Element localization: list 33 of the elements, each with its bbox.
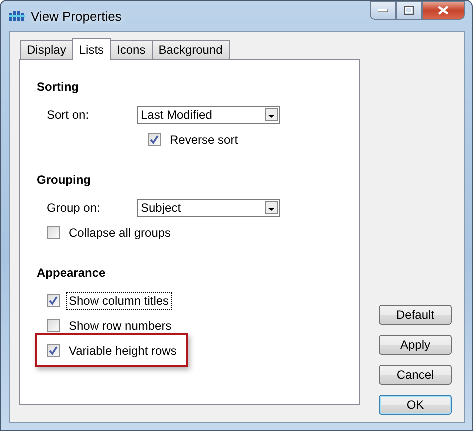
checkbox-label: Show column titles xyxy=(66,292,172,310)
dropdown[interactable]: Subject xyxy=(137,198,280,216)
close-icon xyxy=(438,6,449,15)
checkbox[interactable] xyxy=(47,294,60,307)
tab[interactable]: Display xyxy=(20,40,74,59)
close-button[interactable] xyxy=(422,1,465,20)
tab[interactable]: Icons xyxy=(110,40,153,59)
section-heading: Sorting xyxy=(37,80,80,96)
dialog-button[interactable]: Cancel xyxy=(379,365,452,385)
minimize-button[interactable] xyxy=(370,1,396,20)
checkbox-label: Reverse sort xyxy=(169,132,240,148)
checkbox[interactable] xyxy=(148,133,161,146)
dialog-button[interactable]: OK xyxy=(379,395,452,415)
dialog-button[interactable]: Default xyxy=(379,305,452,325)
tab[interactable]: Background xyxy=(152,40,230,59)
minimize-icon xyxy=(378,8,388,12)
checkbox[interactable] xyxy=(47,319,60,332)
field-label: Group on: xyxy=(47,200,102,214)
field-label: Sort on: xyxy=(47,108,90,122)
dialog-button[interactable]: Apply xyxy=(379,335,452,355)
checkbox-label: Collapse all groups xyxy=(68,224,172,242)
app-icon xyxy=(9,9,25,23)
dropdown[interactable]: Last Modified xyxy=(137,106,280,124)
section-heading: Grouping xyxy=(37,173,92,189)
maximize-icon xyxy=(404,6,414,15)
checkbox-label: Variable height rows xyxy=(68,342,178,360)
checkbox-label: Show row numbers xyxy=(68,318,173,334)
checkbox[interactable] xyxy=(47,344,60,357)
tab[interactable]: Lists xyxy=(72,38,112,60)
checkbox[interactable] xyxy=(47,226,60,239)
maximize-button[interactable] xyxy=(396,1,422,20)
section-heading: Appearance xyxy=(37,266,107,282)
window-title: View Properties xyxy=(31,8,122,24)
